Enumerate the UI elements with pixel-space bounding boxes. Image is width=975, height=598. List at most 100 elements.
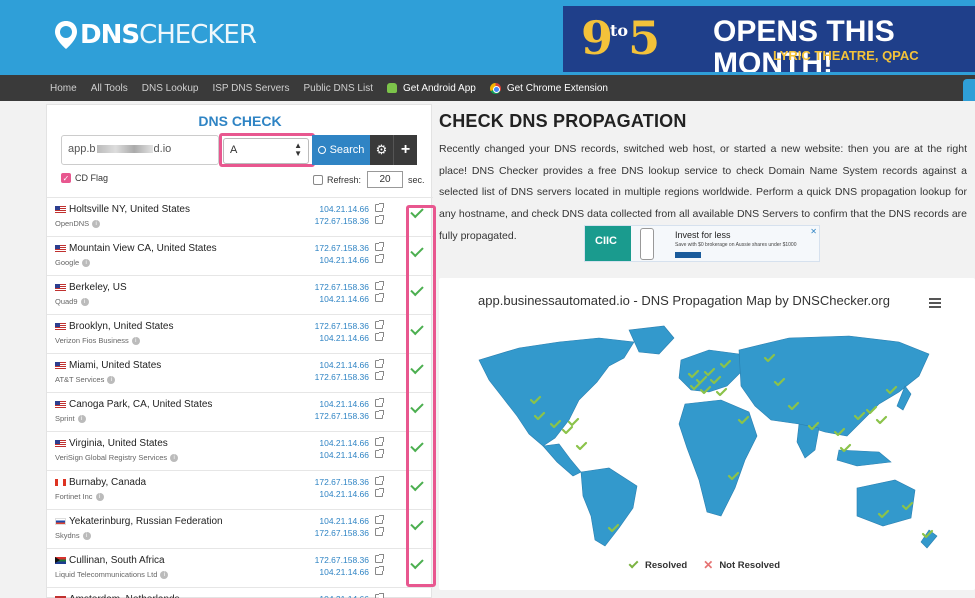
server-location: Yekaterinburg, Russian Federation (55, 516, 223, 527)
info-icon[interactable]: i (107, 375, 116, 384)
nav-public-dns-list[interactable]: Public DNS List (304, 83, 373, 94)
top-ad-banner[interactable]: 9to5 OPENS THIS MONTH! LYRIC THEATRE, QP… (563, 6, 975, 72)
map-title: app.businessautomated.io - DNS Propagati… (478, 293, 890, 308)
domain-input[interactable]: app.b d.io (61, 135, 219, 165)
ad-subline: LYRIC THEATRE, QPAC (773, 48, 919, 63)
external-link-icon[interactable] (375, 320, 384, 329)
external-link-icon[interactable] (375, 281, 384, 290)
external-link-icon[interactable] (375, 515, 384, 524)
ad-fine-print: Save with $0 brokerage on Aussie shares … (675, 242, 797, 248)
info-icon[interactable]: i (80, 297, 89, 306)
external-link-icon[interactable] (375, 554, 384, 563)
map-check-4 (561, 425, 574, 435)
nav-home[interactable]: Home (50, 83, 77, 94)
ad-cta-button[interactable] (675, 252, 701, 258)
external-link-icon[interactable] (375, 476, 384, 485)
add-button[interactable]: + (393, 135, 417, 165)
ad-brand: CIIC (585, 226, 631, 261)
external-link-icon[interactable] (375, 527, 384, 536)
resolved-ip[interactable]: 104.21.14.66 (319, 204, 369, 214)
external-link-icon[interactable] (375, 371, 384, 380)
flag-us-icon (55, 362, 66, 369)
resolved-ip[interactable]: 104.21.14.66 (319, 450, 369, 460)
resolved-ip[interactable]: 104.21.14.66 (319, 516, 369, 526)
info-icon[interactable]: i (77, 414, 86, 423)
plus-icon: + (400, 141, 411, 158)
server-provider: Quad9 i (55, 297, 89, 306)
nav-all-tools[interactable]: All Tools (91, 83, 128, 94)
server-provider: Verizon Fios Business i (55, 336, 140, 345)
refresh-checkbox[interactable] (313, 174, 323, 185)
external-link-icon[interactable] (375, 254, 384, 263)
nav-side-tab[interactable] (963, 79, 975, 101)
menu-icon[interactable] (929, 298, 941, 308)
external-link-icon[interactable] (375, 488, 384, 497)
resolved-ip[interactable]: 104.21.14.66 (319, 399, 369, 409)
inline-ad[interactable]: CIIC Invest for less Save with $0 broker… (584, 225, 820, 262)
resolved-ip[interactable]: 172.67.158.36 (315, 243, 369, 253)
search-button[interactable]: Search (312, 135, 370, 165)
map-india (796, 423, 820, 459)
resolved-ip[interactable]: 172.67.158.36 (315, 372, 369, 382)
resolved-ip[interactable]: 172.67.158.36 (315, 321, 369, 331)
site-logo[interactable]: DNSCHECKER (54, 20, 257, 50)
resolved-ip[interactable]: 172.67.158.36 (315, 555, 369, 565)
external-link-icon[interactable] (375, 293, 384, 302)
external-link-icon[interactable] (375, 359, 384, 368)
settings-button[interactable]: ⚙ (370, 135, 393, 165)
resolved-ip[interactable]: 104.21.14.66 (319, 294, 369, 304)
legend-resolved[interactable]: Resolved (645, 560, 687, 571)
info-icon[interactable]: i (82, 258, 91, 267)
resolved-ip[interactable]: 172.67.158.36 (315, 528, 369, 538)
legend-not-resolved[interactable]: Not Resolved (719, 560, 780, 571)
server-location: Brooklyn, United States (55, 321, 174, 332)
server-provider: VeriSign Global Registry Services i (55, 453, 179, 462)
info-icon[interactable]: i (131, 336, 140, 345)
chrome-icon (489, 82, 501, 94)
server-provider: Liquid Telecommunications Ltd i (55, 570, 169, 579)
nav-get-android-app[interactable]: Get Android App (386, 83, 476, 94)
info-icon[interactable]: i (160, 570, 169, 579)
map-check-22 (839, 443, 852, 453)
external-link-icon[interactable] (375, 242, 384, 251)
external-link-icon[interactable] (375, 215, 384, 224)
map-indonesia (836, 449, 892, 467)
resolved-ip[interactable]: 104.21.14.66 (319, 360, 369, 370)
nav-dns-lookup[interactable]: DNS Lookup (142, 83, 199, 94)
server-location: Virginia, United States (55, 438, 168, 449)
external-link-icon[interactable] (375, 398, 384, 407)
external-link-icon[interactable] (375, 410, 384, 419)
resolved-ip[interactable]: 172.67.158.36 (315, 282, 369, 292)
external-link-icon[interactable] (375, 566, 384, 575)
resolved-ip[interactable]: 104.21.14.66 (319, 255, 369, 265)
map-check-25 (875, 415, 888, 425)
resolved-check-icon (628, 558, 639, 568)
nav-isp-dns-servers[interactable]: ISP DNS Servers (212, 83, 289, 94)
external-link-icon[interactable] (375, 449, 384, 458)
server-location: Canoga Park, CA, United States (55, 399, 212, 410)
resolved-ip[interactable]: 104.21.14.66 (319, 333, 369, 343)
resolved-ip[interactable]: 104.21.14.66 (319, 489, 369, 499)
resolved-ip[interactable]: 172.67.158.36 (315, 411, 369, 421)
info-icon[interactable]: i (170, 453, 179, 462)
info-icon[interactable]: i (82, 531, 91, 540)
not-resolved-x-icon: ✕ (703, 558, 714, 572)
resolved-ip[interactable]: 172.67.158.36 (315, 477, 369, 487)
info-icon[interactable]: i (92, 219, 101, 228)
external-link-icon[interactable] (375, 203, 384, 212)
external-link-icon[interactable] (375, 332, 384, 341)
external-link-icon[interactable] (375, 437, 384, 446)
cd-flag-checkbox[interactable]: ✓ CD Flag (61, 173, 108, 183)
nav-get-chrome-extension[interactable]: Get Chrome Extension (489, 82, 608, 94)
map-check-6 (575, 441, 588, 451)
external-link-icon[interactable] (375, 593, 384, 598)
resolved-ip[interactable]: 104.21.14.66 (319, 567, 369, 577)
refresh-seconds-input[interactable]: 20 (367, 171, 404, 188)
redacted-text (96, 145, 153, 154)
flag-us-icon (55, 245, 66, 252)
info-icon[interactable]: i (95, 492, 104, 501)
resolved-ip[interactable]: 104.21.14.66 (319, 438, 369, 448)
ad-close-icon[interactable]: ✕ (810, 227, 817, 236)
resolved-ip[interactable]: 104.21.14.66 (319, 594, 369, 598)
resolved-ip[interactable]: 172.67.158.36 (315, 216, 369, 226)
